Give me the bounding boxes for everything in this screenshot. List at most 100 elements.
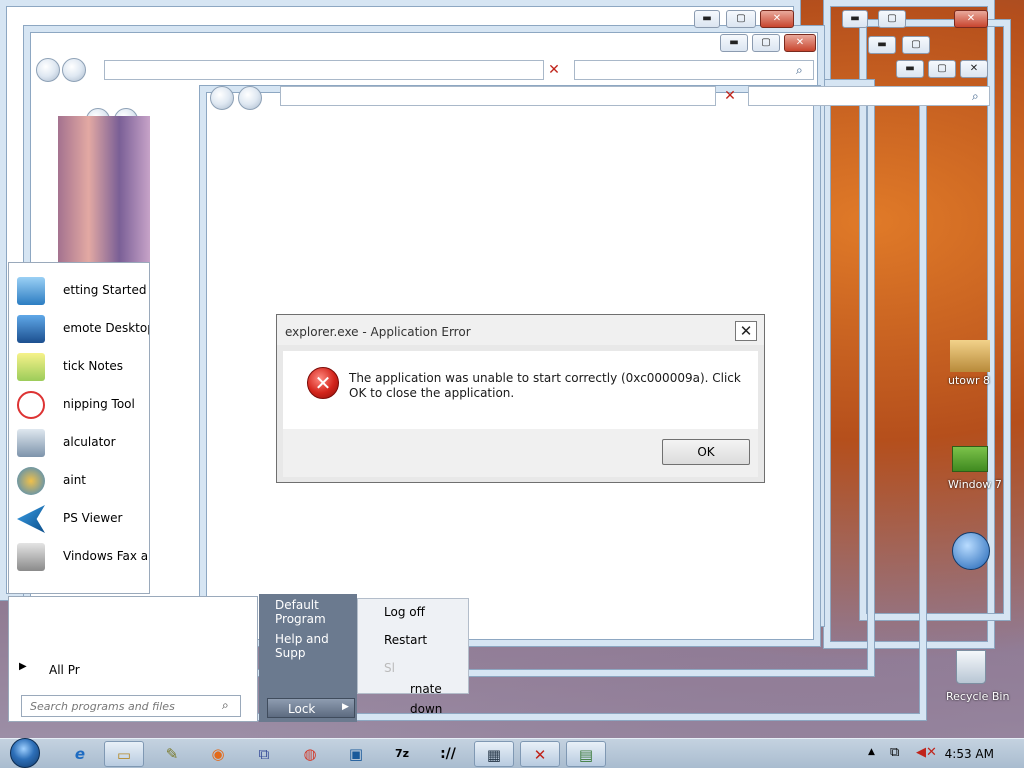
start-menu-item[interactable]: aint (9, 463, 149, 501)
chrome-icon[interactable]: ◍ (290, 741, 330, 767)
minimize-button[interactable]: ▬ (720, 34, 748, 52)
dialog-body: ✕ The application was unable to start co… (283, 351, 758, 429)
volume-muted-icon[interactable]: ◀✕ (916, 745, 937, 760)
firefox-icon[interactable]: ◉ (198, 741, 238, 767)
start-search-input[interactable]: Search programs and files ⌕ (21, 695, 241, 717)
back-button[interactable] (210, 86, 234, 110)
help-icon[interactable] (952, 532, 990, 570)
snipping-tool-icon (17, 391, 45, 419)
forward-button[interactable] (238, 86, 262, 110)
desktop-icon-label: utowr 8 (948, 374, 991, 387)
search-box[interactable] (574, 60, 814, 80)
clock[interactable]: 4:53 AM (945, 747, 994, 761)
desktop-icon-label: Recycle Bin (946, 690, 1010, 703)
app-icon[interactable]: ▤ (566, 741, 606, 767)
start-menu-item[interactable]: etting Started (9, 273, 149, 311)
start-menu-item-label: tick Notes (63, 359, 124, 373)
dialog-titlebar[interactable]: explorer.exe - Application Error ✕ (277, 315, 764, 345)
log-off-item[interactable]: Log off (384, 605, 425, 619)
notepad-icon[interactable]: ✎ (152, 741, 192, 767)
recycle-bin-icon[interactable] (956, 650, 986, 684)
search-box[interactable] (748, 86, 990, 106)
xps-viewer-icon (17, 505, 45, 533)
triangle-right-icon: ▶ (342, 702, 349, 712)
start-search-placeholder: Search programs and files (30, 700, 175, 713)
remote-desktop-icon[interactable]: ▣ (336, 741, 376, 767)
window-switcher-icon[interactable]: ▦ (474, 741, 514, 767)
default-programs-link[interactable]: Default Program (275, 598, 357, 626)
error-dialog: explorer.exe - Application Error ✕ ✕ The… (276, 314, 765, 483)
search-icon: ⌕ (972, 89, 979, 103)
minimize-button[interactable]: ▬ (896, 60, 924, 78)
restart-item[interactable]: Restart (384, 633, 427, 647)
search-icon: ⌕ (796, 63, 803, 77)
triangle-right-icon: ▶ (19, 661, 27, 672)
address-bar[interactable] (280, 86, 716, 106)
close-button[interactable]: ✕ (784, 34, 816, 52)
minimize-button[interactable]: ▬ (694, 10, 720, 28)
sleep-item[interactable]: Sl (384, 661, 395, 675)
address-bar[interactable] (104, 60, 544, 80)
show-hidden-icons-icon[interactable]: ▲ (868, 747, 875, 757)
power-menu: Log off Restart Sl (357, 598, 469, 694)
start-menu-right-pane: Default Program Help and Supp Lock ▶ (259, 594, 357, 722)
clear-address-icon[interactable]: ✕ (544, 61, 564, 79)
desktop-icon-label: Window 7 (948, 478, 1002, 491)
sticky-notes-icon (17, 353, 45, 381)
start-menu-item[interactable]: nipping Tool (9, 387, 149, 425)
folder-icon[interactable] (950, 340, 990, 372)
maximize-button[interactable]: ▢ (752, 34, 780, 52)
dialog-close-button[interactable]: ✕ (735, 321, 757, 341)
start-menu-item-label: emote Desktop C (63, 321, 149, 335)
search-icon: ⌕ (222, 698, 229, 712)
lock-button[interactable]: Lock ▶ (267, 698, 355, 718)
help-support-link[interactable]: Help and Supp (275, 632, 357, 660)
start-menu-item[interactable]: tick Notes (9, 349, 149, 387)
start-menu-bottom: ▶ All Pr Search programs and files ⌕ (8, 596, 258, 722)
back-button[interactable] (36, 58, 60, 82)
error-app-icon[interactable]: ✕ (520, 741, 560, 767)
ok-button[interactable]: OK (662, 439, 750, 465)
wallpaper-fragment (58, 116, 150, 262)
ie-icon[interactable]: e (60, 741, 100, 767)
minimize-button[interactable]: ▬ (842, 10, 868, 28)
start-menu-item-label: Vindows Fax and S (63, 549, 149, 563)
network-status-icon[interactable]: ⧉ (890, 745, 899, 760)
getting-started-icon (17, 277, 45, 305)
start-menu-item-label: alculator (63, 435, 116, 449)
dialog-title: explorer.exe - Application Error (285, 325, 471, 339)
remote-desktop-icon (17, 315, 45, 343)
windows-icon[interactable] (952, 446, 988, 472)
minimize-button[interactable]: ▬ (868, 36, 896, 54)
maximize-button[interactable]: ▢ (928, 60, 956, 78)
start-menu-item[interactable]: Vindows Fax and S (9, 539, 149, 577)
hibernate-item[interactable]: rnate (410, 682, 442, 696)
all-programs-link[interactable]: All Pr (49, 663, 80, 677)
close-button[interactable]: ✕ (960, 60, 988, 78)
start-menu-item[interactable]: alculator (9, 425, 149, 463)
start-menu-item-label: aint (63, 473, 86, 487)
lock-button-label: Lock (288, 702, 316, 716)
forward-button[interactable] (62, 58, 86, 82)
start-menu-item[interactable]: emote Desktop C (9, 311, 149, 349)
maximize-button[interactable]: ▢ (726, 10, 756, 28)
error-icon: ✕ (307, 367, 339, 399)
7zip-icon[interactable]: 7z (382, 741, 422, 767)
start-menu-item[interactable]: PS Viewer (9, 501, 149, 539)
maximize-button[interactable]: ▢ (902, 36, 930, 54)
dialog-message: The application was unable to start corr… (349, 371, 741, 400)
start-button[interactable] (4, 738, 44, 768)
start-menu-item-label: nipping Tool (63, 397, 135, 411)
maximize-button[interactable]: ▢ (878, 10, 906, 28)
close-button[interactable]: ✕ (954, 10, 988, 28)
explorer-icon[interactable]: ▭ (104, 741, 144, 767)
clear-address-icon[interactable]: ✕ (720, 87, 740, 105)
start-menu-item-label: etting Started (63, 283, 147, 297)
paint-icon (17, 467, 45, 495)
terminal-icon[interactable]: :// (428, 741, 468, 767)
close-button[interactable]: ✕ (760, 10, 794, 28)
fax-icon (17, 543, 45, 571)
network-icon[interactable]: ⧉ (244, 741, 284, 767)
start-menu-item-label: PS Viewer (63, 511, 123, 525)
shutdown-item[interactable]: down (410, 702, 442, 716)
